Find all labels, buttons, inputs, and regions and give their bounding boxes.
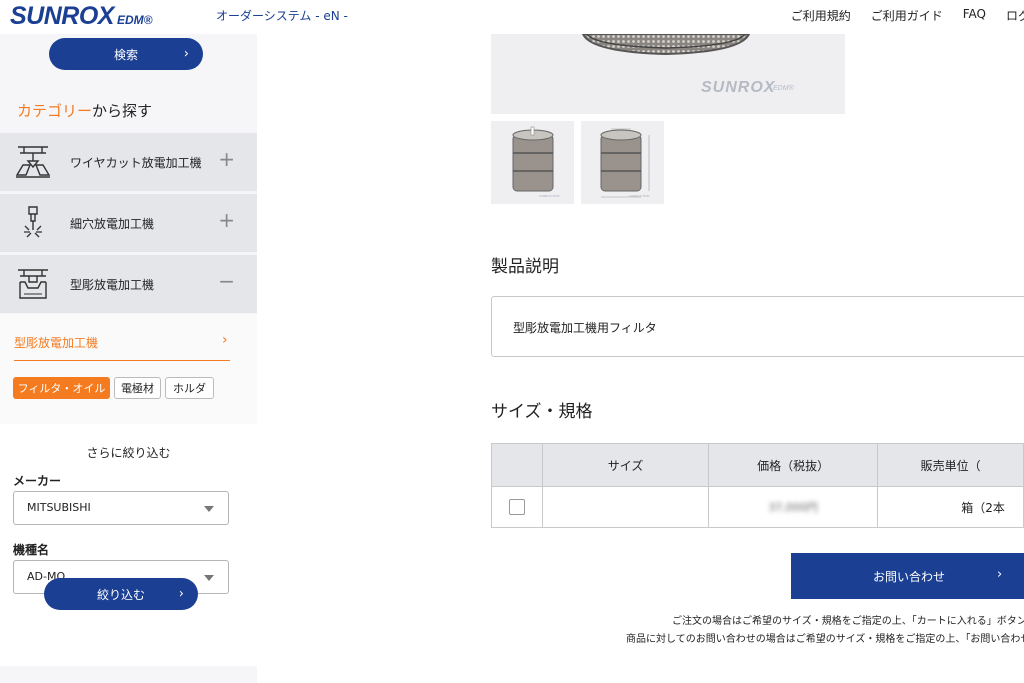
sunrox-logo[interactable]: SUNROX EDM® — [10, 2, 152, 30]
maker-select-value: MITSUBISHI — [27, 501, 91, 514]
nav-login-link[interactable]: ログ — [1006, 7, 1024, 24]
maker-select[interactable]: MITSUBISHI — [13, 491, 229, 525]
order-note: ご注文の場合はご希望のサイズ・規格をご指定の上、「カートに入れる」ボタン — [672, 616, 1024, 627]
tag-holder[interactable]: ホルダ — [165, 377, 214, 399]
hole-drilling-edm-icon — [24, 206, 42, 238]
table-header-select — [490, 443, 544, 487]
spec-table: サイズ 価格（税抜） 販売単位（ 37,000円 箱（2本 — [490, 443, 1024, 528]
tag-label: ホルダ — [173, 382, 206, 395]
category-heading-accent: カテゴリー — [17, 102, 93, 120]
filter-panel: さらに絞り込む メーカー MITSUBISHI 機種名 AD-MQ — [0, 424, 257, 666]
subcategory-panel: 型彫放電加工機 › フィルタ・オイル 電極材 ホルダ — [0, 314, 257, 424]
row-size-cell — [542, 486, 709, 528]
category-heading: カテゴリーから探す — [17, 100, 152, 121]
row-price-cell: 37,000円 — [707, 486, 879, 528]
logo-edm-mark: EDM® — [116, 13, 153, 27]
sinker-edm-icon — [18, 269, 48, 299]
tag-filter-oil[interactable]: フィルタ・オイル — [13, 377, 110, 399]
image-watermark: SUNROX — [701, 79, 776, 96]
chevron-right-icon: › — [183, 46, 189, 62]
inquiry-note: 商品に対してのお問い合わせの場合はご希望のサイズ・規格をご指定の上、「お問い合わ… — [626, 634, 1024, 645]
site-header: SUNROX EDM® オーダーシステム - eN - ご利用規約 ご利用ガイド… — [0, 0, 1024, 34]
table-header-unit: 販売単位（ — [877, 443, 1024, 487]
row-checkbox[interactable] — [509, 499, 526, 515]
category-label: 型彫放電加工機 — [70, 278, 155, 292]
chevron-right-icon: › — [997, 567, 1003, 582]
chevron-right-icon: › — [178, 586, 184, 602]
model-label: 機種名 — [13, 543, 50, 557]
logo-wordmark: SUNROX — [10, 2, 114, 30]
filter-cartridge-thumbnail — [512, 126, 554, 192]
tag-electrode[interactable]: 電極材 — [114, 377, 161, 399]
thumbnail-2[interactable]: SUNROX EDM — [581, 121, 664, 204]
category-sinker-edm[interactable]: 型彫放電加工機 − — [0, 255, 257, 313]
inquiry-button-label: お問い合わせ — [873, 570, 946, 584]
tag-label: 電極材 — [121, 382, 154, 395]
wire-edm-icon — [15, 146, 51, 178]
filter-heading: さらに絞り込む — [86, 446, 171, 460]
category-label: ワイヤカット放電加工機 — [70, 156, 202, 170]
category-hole-edm[interactable]: 細穴放電加工機 + — [0, 194, 257, 252]
site-tagline: オーダーシステム - eN - — [216, 9, 348, 23]
row-select-cell — [490, 486, 544, 528]
chevron-right-icon: › — [222, 332, 228, 348]
thumb-watermark: SUNROX EDM — [539, 194, 560, 198]
narrow-button-label: 絞り込む — [96, 587, 145, 602]
narrow-search-button[interactable]: 絞り込む › — [44, 578, 198, 610]
caret-down-icon — [204, 506, 214, 512]
thumbnail-1[interactable]: SUNROX EDM — [491, 121, 574, 204]
nav-terms-link[interactable]: ご利用規約 — [791, 7, 851, 24]
nav-guide-link[interactable]: ご利用ガイド — [871, 7, 943, 24]
spec-heading: サイズ・規格 — [491, 402, 593, 422]
description-heading: 製品説明 — [491, 257, 559, 277]
subcategory-divider — [14, 360, 230, 361]
caret-down-icon — [204, 575, 214, 581]
category-heading-rest: から探す — [92, 102, 153, 120]
top-nav: ご利用規約 ご利用ガイド FAQ ログ — [791, 7, 1024, 24]
nav-faq-link[interactable]: FAQ — [963, 7, 986, 24]
tag-label: フィルタ・オイル — [17, 382, 106, 395]
category-wire-edm[interactable]: ワイヤカット放電加工機 + — [0, 133, 257, 191]
subcategory-link-sinker-edm[interactable]: 型彫放電加工機 — [14, 334, 98, 351]
table-header-price: 価格（税抜） — [707, 443, 879, 487]
table-header-size: サイズ — [542, 443, 709, 487]
description-box: 型彫放電加工機用フィルタ — [491, 296, 1024, 357]
thumb-watermark: SUNROX EDM — [629, 194, 650, 198]
table-row: 37,000円 箱（2本 — [490, 486, 1024, 528]
product-main-image[interactable]: SUNROX EDM® — [491, 34, 845, 114]
row-price: 37,000円 — [768, 501, 818, 514]
table-header-row: サイズ 価格（税抜） 販売単位（ — [490, 443, 1024, 487]
inquiry-button[interactable]: お問い合わせ › — [791, 553, 1024, 599]
description-text: 型彫放電加工機用フィルタ — [513, 321, 657, 335]
search-button-label: 検索 — [113, 47, 138, 62]
row-unit-cell: 箱（2本 — [877, 486, 1024, 528]
category-label: 細穴放電加工機 — [70, 217, 155, 231]
collapse-minus-icon[interactable]: − — [218, 271, 235, 291]
filter-dimension-thumbnail — [600, 128, 650, 198]
image-watermark-sub: EDM® — [773, 85, 794, 92]
expand-plus-icon[interactable]: + — [218, 210, 235, 230]
search-button[interactable]: 検索 › — [49, 38, 203, 70]
filter-cartridge-image — [581, 34, 751, 56]
expand-plus-icon[interactable]: + — [218, 149, 235, 169]
maker-label: メーカー — [13, 474, 62, 488]
